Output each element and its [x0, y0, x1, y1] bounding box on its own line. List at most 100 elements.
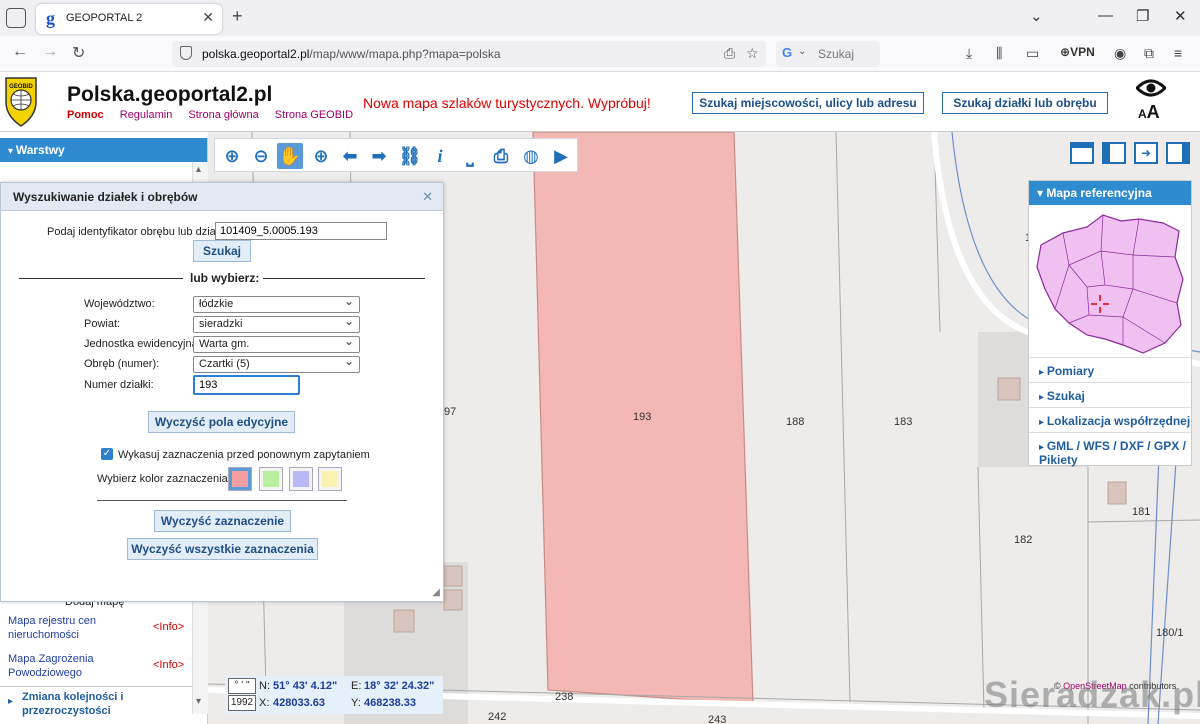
tab-overflow-icon[interactable]: ⌄: [1030, 7, 1043, 25]
library-icon[interactable]: ⫼: [996, 45, 1002, 62]
layout-right-icon[interactable]: [1166, 142, 1190, 164]
parcel-id-input[interactable]: [215, 222, 387, 240]
close-window-icon[interactable]: ✕: [1174, 7, 1187, 25]
zoom-out-icon[interactable]: ⊖: [248, 143, 274, 169]
reload-icon[interactable]: ↻: [72, 43, 85, 63]
unit-label: Jednostka ewidencyjna:: [84, 338, 201, 350]
back-icon[interactable]: ←: [12, 43, 28, 61]
reference-map-header[interactable]: Mapa referencyjna: [1029, 181, 1191, 205]
search-placeholder: Szukaj: [818, 47, 855, 61]
measure-panel-item[interactable]: Pomiary: [1029, 357, 1191, 382]
dialog-title: Wyszukiwanie działek i obrębów: [1, 183, 443, 211]
scroll-down-icon[interactable]: ▾: [196, 696, 201, 707]
search-parcel-button[interactable]: Szukaj działki lub obrębu: [942, 92, 1108, 114]
engine-dropdown-icon[interactable]: ⌄: [798, 46, 806, 57]
help-link[interactable]: Pomoc: [67, 109, 104, 121]
divider-left: [19, 278, 183, 279]
zoom-in-icon[interactable]: ⊕: [219, 143, 245, 169]
y-value: 468238.33: [364, 697, 416, 709]
print-icon[interactable]: ⎙: [488, 143, 514, 169]
layout-tools: ➜: [1068, 140, 1194, 170]
search-box[interactable]: G ⌄ Szukaj: [776, 41, 880, 67]
district-select[interactable]: Czartki (5): [193, 354, 360, 373]
forward-icon[interactable]: →: [42, 43, 58, 61]
coordinate-location-item[interactable]: Lokalizacja współrzędnej: [1029, 407, 1191, 432]
layer-order-section[interactable]: Zmiana kolejności i przezroczystości: [0, 686, 192, 724]
layers-header[interactable]: Warstwy: [0, 138, 207, 162]
minimize-icon[interactable]: —: [1098, 7, 1113, 24]
reference-map[interactable]: [1029, 205, 1191, 357]
info-icon[interactable]: i: [427, 143, 453, 169]
resize-handle-icon[interactable]: ◢: [432, 587, 440, 598]
extensions-icon[interactable]: ⧉: [1144, 45, 1154, 62]
account-icon[interactable]: ◉: [1114, 45, 1126, 62]
plot-label-180-1: 180/1: [1156, 627, 1184, 639]
color-swatch-green[interactable]: [259, 467, 283, 491]
browser-tab[interactable]: g GEOPORTAL 2 ✕: [36, 4, 222, 34]
vpn-button[interactable]: ⊕VPN: [1060, 45, 1095, 59]
link-icon[interactable]: ⛓: [397, 143, 423, 169]
previous-view-icon[interactable]: ⬅: [337, 143, 363, 169]
next-view-icon[interactable]: ➡: [366, 143, 392, 169]
x-value: 428033.63: [273, 697, 325, 709]
clear-all-selections-button[interactable]: Wyczyść wszystkie zaznaczenia: [127, 538, 318, 560]
browser-nav-bar: ← → ↻ polska.geoportal2.pl/map/www/mapa.…: [0, 36, 1200, 72]
checkbox-label: Wykasuj zaznaczenia przed ponownym zapyt…: [118, 449, 370, 461]
eye-icon[interactable]: [1136, 78, 1166, 98]
clear-fields-button[interactable]: Wyczyść pola edycyjne: [148, 411, 295, 433]
sidebar-item-price-register[interactable]: Mapa rejestru cen nieruchomości: [8, 614, 118, 642]
county-select[interactable]: sieradzki: [193, 314, 360, 333]
parcel-number-input[interactable]: [193, 375, 300, 395]
url-bar[interactable]: polska.geoportal2.pl/map/www/mapa.php?ma…: [172, 41, 766, 67]
promo-link[interactable]: Nowa mapa szlaków turystycznych. Wypróbu…: [363, 95, 651, 111]
dms-format-button[interactable]: ° ' ": [228, 678, 256, 694]
search-panel-item[interactable]: Szukaj: [1029, 382, 1191, 407]
export-icon[interactable]: ➜: [1134, 142, 1158, 164]
restore-icon[interactable]: ❐: [1136, 7, 1149, 25]
video-icon[interactable]: ▶: [548, 143, 574, 169]
parcel-search-dialog: Wyszukiwanie działek i obrębów ✕ Podaj i…: [0, 182, 444, 602]
scroll-up-icon[interactable]: ▴: [196, 164, 201, 175]
color-swatch-yellow[interactable]: [318, 467, 342, 491]
measure-icon[interactable]: ⎵: [457, 143, 483, 169]
coordinate-system-button[interactable]: 1992: [228, 695, 256, 711]
or-choose-label: lub wybierz:: [190, 271, 260, 285]
sidebar-icon[interactable]: ▭: [1026, 45, 1039, 62]
menu-icon[interactable]: ≡: [1174, 45, 1182, 61]
new-tab-icon[interactable]: +: [232, 6, 243, 27]
download-icon[interactable]: ⤓: [966, 45, 972, 62]
close-icon[interactable]: ✕: [422, 189, 433, 205]
color-swatch-blue[interactable]: [289, 467, 313, 491]
geobid-logo[interactable]: GEOBID: [4, 76, 38, 128]
tab-close-icon[interactable]: ✕: [202, 9, 214, 26]
bookmark-star-icon[interactable]: ☆: [746, 45, 759, 62]
home-link[interactable]: Strona główna: [188, 109, 258, 121]
layout-left-icon[interactable]: [1102, 142, 1126, 164]
color-swatch-red[interactable]: [228, 467, 252, 491]
flood-risk-info-link[interactable]: <Info>: [153, 659, 184, 671]
tab-list-icon[interactable]: [6, 8, 26, 28]
clear-before-query-checkbox[interactable]: ✓: [101, 448, 113, 460]
zoom-box-icon[interactable]: ⊕: [308, 143, 334, 169]
reader-icon[interactable]: ⎙: [724, 45, 735, 62]
layout-top-icon[interactable]: [1070, 142, 1094, 164]
geobid-link[interactable]: Strona GEOBID: [275, 109, 353, 121]
plot-label-188: 188: [786, 416, 805, 428]
site-header: GEOBID Polska.geoportal2.pl Pomoc Regula…: [0, 72, 1200, 132]
gml-wfs-item[interactable]: GML / WFS / DXF / GPX / Pikiety: [1029, 432, 1191, 472]
price-register-info-link[interactable]: <Info>: [153, 621, 184, 633]
clear-selection-button[interactable]: Wyczyść zaznaczenie: [154, 510, 291, 532]
voivodeship-select[interactable]: łódzkie: [193, 294, 360, 313]
plot-label-183: 183: [894, 416, 913, 428]
e-label: E:: [351, 680, 362, 692]
unit-select[interactable]: Warta gm.: [193, 334, 360, 353]
voivodeship-label: Województwo:: [84, 298, 155, 310]
globe-icon[interactable]: ◍: [518, 143, 544, 169]
sidebar-item-flood-risk[interactable]: Mapa Zagrożenia Powodziowego: [8, 652, 118, 680]
search-address-button[interactable]: Szukaj miejscowości, ulicy lub adresu: [692, 92, 924, 114]
tab-title: GEOPORTAL 2: [66, 12, 143, 24]
search-button[interactable]: Szukaj: [193, 240, 251, 262]
font-size-toggle[interactable]: AA: [1138, 102, 1160, 123]
pan-hand-icon[interactable]: ✋: [277, 143, 303, 169]
terms-link[interactable]: Regulamin: [120, 109, 173, 121]
